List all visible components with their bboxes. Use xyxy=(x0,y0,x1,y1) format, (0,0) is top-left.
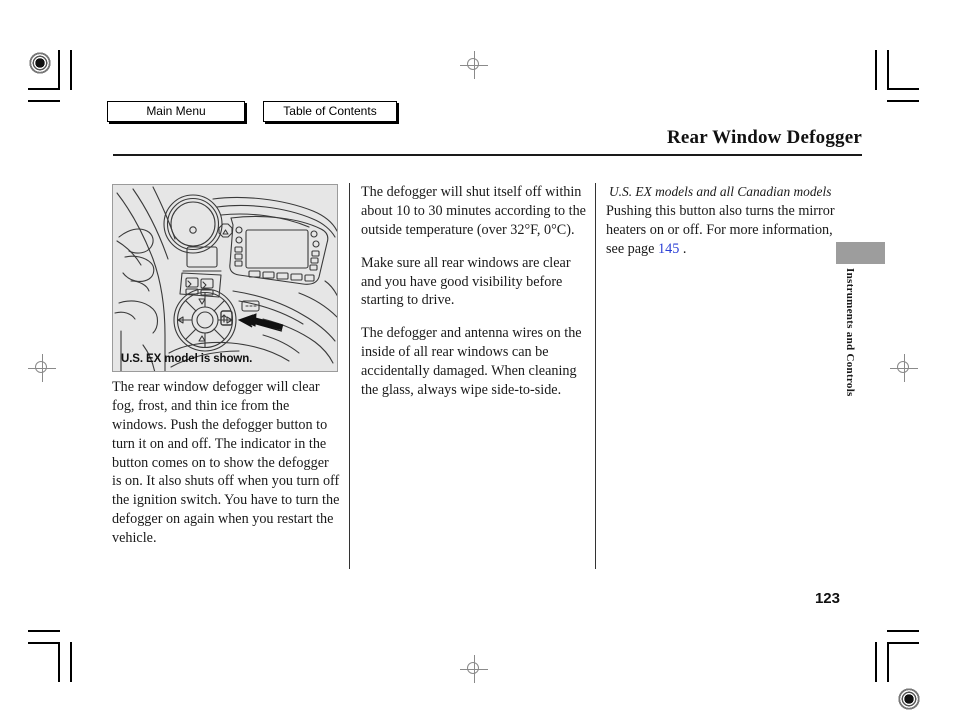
crop-mark-br-v1 xyxy=(875,642,877,682)
right-paragraph-text-before: Pushing this button also turns the mirro… xyxy=(606,202,835,257)
registration-crosshair-bottom xyxy=(460,655,488,683)
page-title: Rear Window Defogger xyxy=(666,127,862,148)
left-paragraph-1: The rear window defogger will clear fog,… xyxy=(112,379,340,546)
section-tab-label: Instruments and Controls xyxy=(844,268,856,397)
dashboard-line-art xyxy=(114,186,337,371)
right-column-subheading: U.S. EX models and all Canadian models xyxy=(609,184,832,199)
middle-column: The defogger will shut itself off within… xyxy=(361,183,589,414)
main-menu-button[interactable]: Main Menu xyxy=(107,101,245,122)
right-column: U.S. EX models and all Canadian models P… xyxy=(606,183,836,272)
dashboard-console-figure: U.S. EX model is shown. xyxy=(112,184,338,372)
crop-mark-bl-v2 xyxy=(70,642,72,682)
crop-mark-br-h2 xyxy=(887,642,919,644)
crop-mark-tr-v1 xyxy=(875,50,877,90)
middle-paragraph-3: The defogger and antenna wires on the in… xyxy=(361,325,582,398)
page-number: 123 xyxy=(814,590,840,607)
middle-paragraph-2: Make sure all rear windows are clear and… xyxy=(361,254,571,309)
navigation-bar: Main Menu Table of Contents xyxy=(107,101,397,122)
crop-mark-tr-h1 xyxy=(887,88,919,90)
crop-mark-tl-v1 xyxy=(58,50,60,90)
crop-mark-tl-v2 xyxy=(70,50,72,90)
right-paragraph-text-after: . xyxy=(679,240,687,257)
crop-mark-bl-h2 xyxy=(28,642,60,644)
registration-crosshair-top xyxy=(460,51,488,79)
left-column-body: The rear window defogger will clear fog,… xyxy=(112,378,340,562)
registration-crosshair-left xyxy=(28,354,56,382)
column-divider-1 xyxy=(349,183,350,569)
section-tab-block xyxy=(836,242,885,264)
middle-paragraph-1: The defogger will shut itself off within… xyxy=(361,184,586,238)
crop-mark-tr-v2 xyxy=(887,50,889,90)
column-divider-2 xyxy=(595,183,596,569)
registration-bullseye-top-left xyxy=(29,52,51,74)
figure-caption: U.S. EX model is shown. xyxy=(121,353,253,365)
crop-mark-br-h1 xyxy=(887,630,919,632)
registration-crosshair-right xyxy=(890,354,918,382)
table-of-contents-button[interactable]: Table of Contents xyxy=(263,101,397,122)
crop-mark-br-v2 xyxy=(887,642,889,682)
title-rule xyxy=(113,154,862,156)
crop-mark-tl-h2 xyxy=(28,100,60,102)
right-paragraph-1: Pushing this button also turns the mirro… xyxy=(606,202,836,259)
crop-mark-tl-h1 xyxy=(28,88,60,90)
registration-bullseye-bottom-right xyxy=(898,688,920,710)
page-reference-link[interactable]: 145 xyxy=(658,241,679,257)
crop-mark-bl-h1 xyxy=(28,630,60,632)
crop-mark-tr-h2 xyxy=(887,100,919,102)
crop-mark-bl-v1 xyxy=(58,642,60,682)
